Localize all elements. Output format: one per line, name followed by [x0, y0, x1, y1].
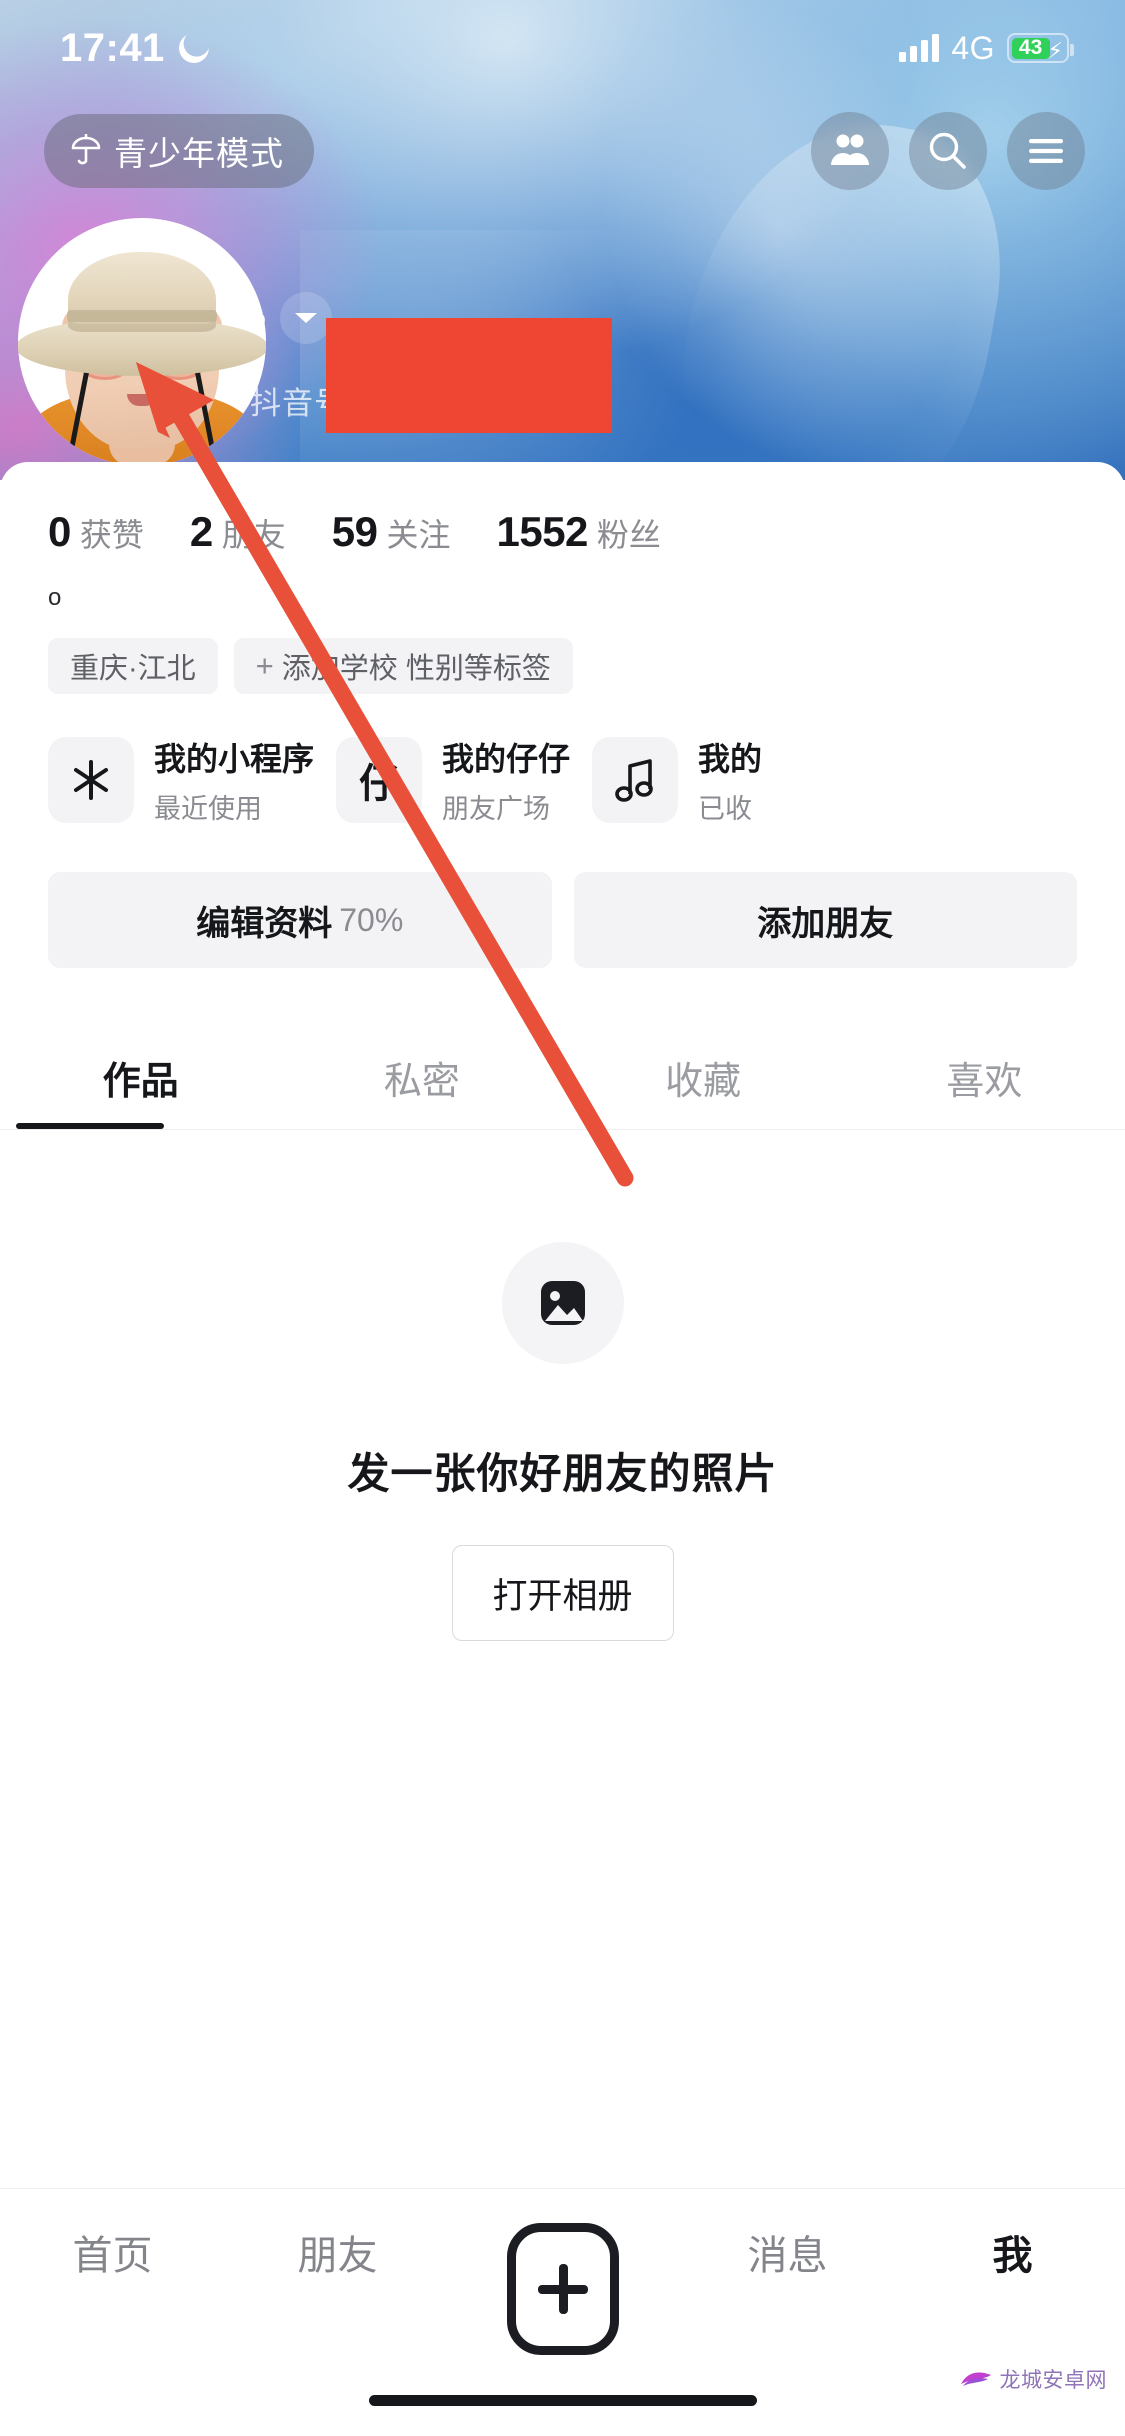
profile-expand-button[interactable]: [280, 292, 333, 344]
stat-friends[interactable]: 2 朋友: [190, 508, 286, 556]
stat-value: 2: [189, 508, 213, 555]
stat-value: 0: [48, 508, 71, 555]
battery-icon: 43 ⚡: [1007, 33, 1074, 63]
umbrella-icon: [71, 134, 101, 165]
avatar-hat-band: [67, 310, 217, 322]
status-time: 17:41: [60, 25, 165, 70]
friends-button[interactable]: [811, 112, 889, 190]
chevron-down-icon: [295, 313, 318, 323]
profile-content-sheet: 0 获赞 2 朋友 59 关注 1552 粉丝 o 重庆·江北 + 添加学校 性…: [0, 462, 1125, 2188]
active-tab-indicator: [16, 1123, 164, 1129]
nav-create[interactable]: [450, 2223, 675, 2355]
stat-label: 获赞: [79, 517, 144, 553]
menu-button[interactable]: [1007, 112, 1085, 190]
card-subtitle: 朋友广场: [442, 794, 551, 824]
teen-mode-label: 青少年模式: [114, 135, 284, 172]
avatar[interactable]: [18, 218, 266, 466]
watermark: 龙城安卓网: [959, 2364, 1108, 2394]
tab-works[interactable]: 作品: [0, 1026, 281, 1129]
stat-value: 1552: [496, 508, 588, 555]
zaizai-icon-label: 仔: [359, 762, 400, 806]
profile-top-bar: 青少年模式: [0, 96, 1125, 206]
stat-value: 59: [331, 508, 378, 555]
card-title: 我的: [698, 741, 763, 777]
tag-label: 添加学校 性别等标签: [281, 653, 551, 685]
search-icon: [929, 132, 966, 169]
edit-profile-button[interactable]: 编辑资料 70%: [48, 872, 552, 968]
card-text: 我的仔仔 朋友广场: [442, 734, 570, 826]
battery-level-label: 43: [1011, 36, 1050, 59]
stat-label: 朋友: [221, 517, 286, 553]
tags-row: 重庆·江北 + 添加学校 性别等标签: [0, 610, 1125, 694]
tag-location[interactable]: 重庆·江北: [48, 638, 218, 694]
card-title: 我的小程序: [154, 741, 315, 777]
tab-liked[interactable]: 喜欢: [844, 1026, 1125, 1129]
profile-actions: 编辑资料 70% 添加朋友: [0, 826, 1125, 968]
content-tabs: 作品 私密 收藏 喜欢: [0, 1026, 1125, 1130]
edit-profile-percent: 70%: [339, 901, 404, 938]
watermark-logo-icon: [960, 2372, 991, 2386]
stat-likes[interactable]: 0 获赞: [48, 508, 144, 556]
card-title: 我的仔仔: [442, 741, 571, 777]
music-note-icon: [592, 737, 679, 823]
stats-row: 0 获赞 2 朋友 59 关注 1552 粉丝: [0, 462, 1125, 556]
cellular-signal-icon: [899, 34, 940, 62]
nav-profile[interactable]: 我: [900, 2223, 1125, 2281]
card-text: 我的 已收: [698, 734, 762, 826]
plus-create-icon: [506, 2223, 619, 2355]
stat-label: 关注: [386, 517, 451, 553]
friends-icon: [831, 134, 869, 165]
stat-label: 粉丝: [596, 517, 661, 553]
card-music[interactable]: 我的 已收: [592, 734, 762, 826]
status-bar-left: 17:41: [60, 26, 209, 71]
crescent-moon-icon: [179, 33, 209, 63]
tag-label: 重庆·江北: [70, 653, 196, 685]
stat-following[interactable]: 59 关注: [332, 508, 451, 556]
open-album-button[interactable]: 打开相册: [451, 1545, 674, 1641]
home-indicator: [368, 2395, 757, 2406]
nav-friends[interactable]: 朋友: [225, 2223, 450, 2281]
profile-bio[interactable]: o: [0, 556, 1125, 610]
card-subtitle: 已收: [698, 794, 753, 824]
tab-favorites[interactable]: 收藏: [563, 1026, 844, 1129]
tab-private[interactable]: 私密: [281, 1026, 562, 1129]
watermark-text: 龙城安卓网: [999, 2369, 1107, 2392]
nav-home[interactable]: 首页: [0, 2223, 225, 2281]
stat-followers[interactable]: 1552 粉丝: [496, 508, 660, 556]
zaizai-icon: 仔: [336, 737, 423, 823]
menu-icon: [1029, 139, 1063, 163]
add-friend-button[interactable]: 添加朋友: [573, 872, 1077, 968]
empty-state-message: 发一张你好朋友的照片: [347, 1450, 778, 1497]
network-type-label: 4G: [951, 29, 995, 66]
card-subtitle: 最近使用: [154, 794, 262, 824]
top-bar-actions: [811, 112, 1085, 190]
asterisk-icon: [48, 737, 134, 823]
image-placeholder-icon: [501, 1242, 624, 1364]
teen-mode-button[interactable]: 青少年模式: [44, 114, 314, 188]
edit-profile-label: 编辑资料: [196, 904, 333, 943]
redaction-overlay: [326, 318, 612, 433]
empty-state: 发一张你好朋友的照片 打开相册: [0, 1130, 1125, 1641]
card-zaizai[interactable]: 仔 我的仔仔 朋友广场: [336, 734, 570, 826]
status-bar: 17:41 4G 43 ⚡: [0, 0, 1125, 96]
charging-bolt-icon: ⚡: [1047, 38, 1063, 63]
add-friend-label: 添加朋友: [757, 904, 894, 943]
plus-icon: +: [255, 648, 274, 683]
mini-cards-row: 我的小程序 最近使用 仔 我的仔仔 朋友广场 我的 已收: [0, 694, 1125, 826]
display-name: o: [250, 302, 267, 333]
card-mini-programs[interactable]: 我的小程序 最近使用: [48, 734, 314, 826]
search-button[interactable]: [909, 112, 987, 190]
nav-messages[interactable]: 消息: [675, 2223, 900, 2281]
status-bar-right: 4G 43 ⚡: [899, 29, 1074, 67]
tag-add-attributes[interactable]: + 添加学校 性别等标签: [233, 638, 573, 694]
card-text: 我的小程序 最近使用: [154, 734, 314, 826]
